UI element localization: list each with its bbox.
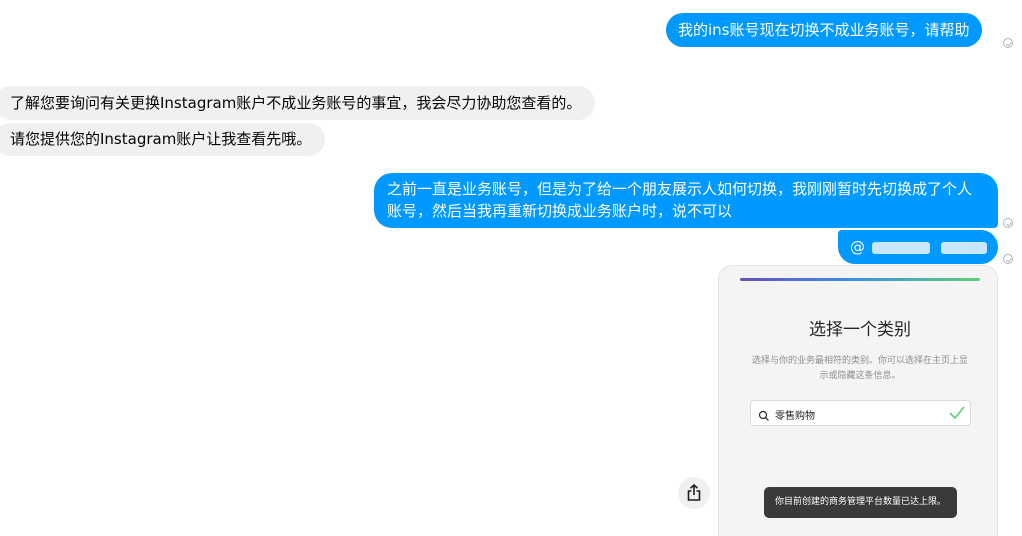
- screen-title: 选择一个类别: [809, 320, 911, 340]
- progress-gradient-bar: [740, 278, 980, 281]
- category-search-field: 零售购物: [750, 400, 971, 426]
- screen-description: 选择与你的业务最相符的类别。你可以选择在主页上显示或隐藏这条信息。: [751, 356, 968, 381]
- message-text: 之前一直是业务账号，但是为了给一个朋友展示人如何切换，我刚刚暂时先切换成了个人账…: [387, 180, 973, 220]
- outgoing-message-redacted[interactable]: @: [838, 230, 998, 264]
- outgoing-message[interactable]: 之前一直是业务账号，但是为了给一个朋友展示人如何切换，我刚刚暂时先切换成了个人账…: [374, 173, 998, 228]
- check-icon: [948, 405, 966, 425]
- message-text: 了解您要询问有关更换Instagram账户不成业务账号的事宜，我会尽力协助您查看…: [10, 94, 582, 112]
- seen-check-icon: [1003, 38, 1013, 48]
- category-screen: 选择一个类别 选择与你的业务最相符的类别。你可以选择在主页上显示或隐藏这条信息。…: [739, 281, 981, 536]
- share-icon: [687, 483, 701, 505]
- seen-check-icon: [1003, 218, 1013, 228]
- message-text: 我的ins账号现在切换不成业务账号，请帮助: [678, 21, 970, 39]
- category-value: 零售购物: [775, 411, 815, 422]
- share-button[interactable]: [678, 477, 710, 509]
- image-attachment[interactable]: 选择一个类别 选择与你的业务最相符的类别。你可以选择在主页上显示或隐藏这条信息。…: [718, 265, 998, 536]
- redacted-block: [871, 241, 930, 254]
- error-toast: 你目前创建的商务管理平台数量已达上限。: [764, 487, 957, 518]
- message-text: @: [850, 238, 865, 256]
- seen-check-icon: [1003, 254, 1013, 264]
- incoming-message[interactable]: 了解您要询问有关更换Instagram账户不成业务账号的事宜，我会尽力协助您查看…: [0, 86, 596, 120]
- message-text: 请您提供您的Instagram账户让我查看先哦。: [10, 130, 312, 148]
- redacted-block: [940, 241, 987, 254]
- incoming-message[interactable]: 请您提供您的Instagram账户让我查看先哦。: [0, 123, 326, 156]
- outgoing-message[interactable]: 我的ins账号现在切换不成业务账号，请帮助: [666, 13, 982, 47]
- search-icon: [758, 407, 770, 426]
